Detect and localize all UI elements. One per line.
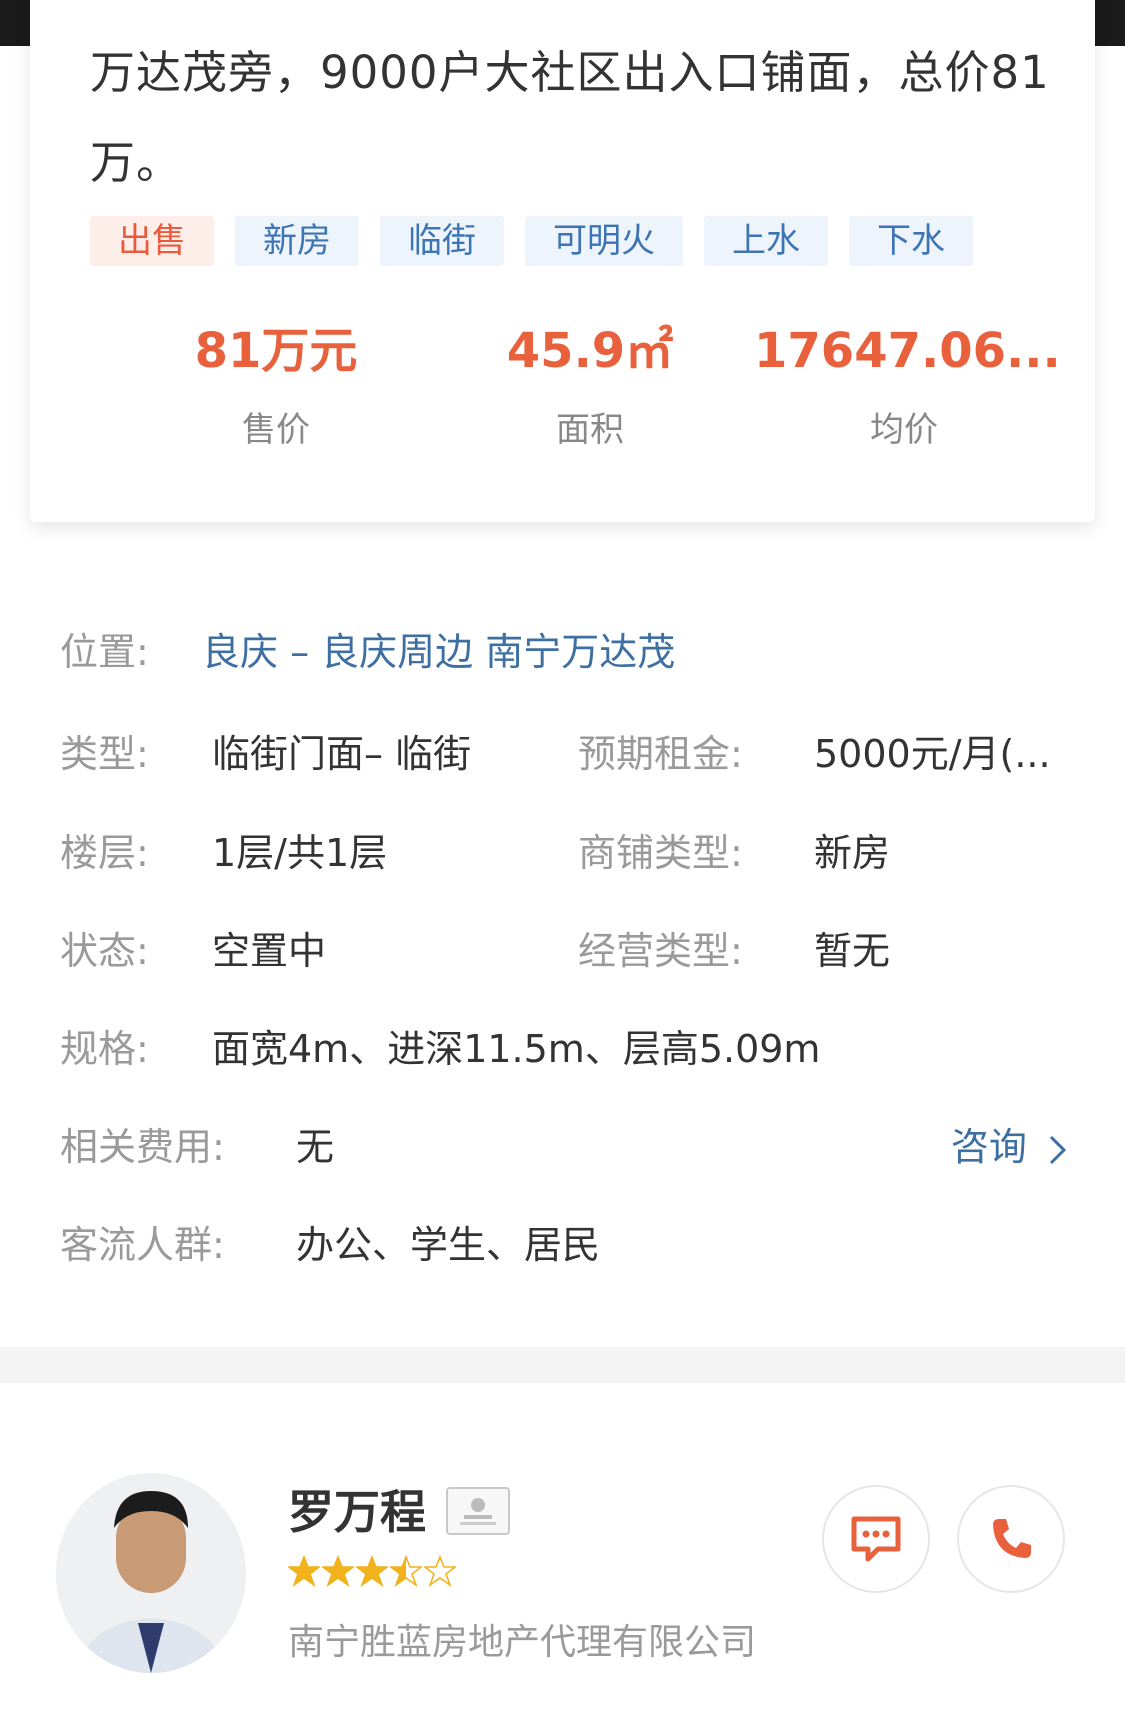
star-icon	[390, 1555, 422, 1587]
stat-area-label: 面积	[556, 410, 624, 450]
rent-label: 预期租金:	[578, 732, 743, 776]
agent-name: 罗万程	[288, 1485, 426, 1539]
listing-tags: 出售 新房 临街 可明火 上水 下水	[90, 216, 973, 266]
crowd-label: 客流人群:	[60, 1223, 225, 1267]
agent-avatar[interactable]	[56, 1473, 246, 1673]
phone-icon	[993, 1519, 1031, 1558]
consult-label: 咨询	[950, 1125, 1027, 1169]
star-icon	[356, 1555, 388, 1587]
business-type-label: 经营类型:	[578, 929, 743, 973]
detail-type-row: 类型: 临街门面– 临街 预期租金: 5000元/月(...	[0, 729, 1125, 779]
status-label: 状态:	[60, 929, 149, 973]
floor-value: 1层/共1层	[212, 831, 388, 875]
chat-button[interactable]	[822, 1485, 930, 1593]
tag-open-fire: 可明火	[525, 216, 683, 266]
stat-unit-price-value: 17647.06...	[754, 323, 1061, 379]
tag-water-supply: 上水	[704, 216, 828, 266]
type-value: 临街门面– 临街	[212, 732, 472, 776]
star-icon	[424, 1555, 456, 1587]
detail-crowd-row: 客流人群: 办公、学生、居民	[0, 1220, 1125, 1270]
floor-label: 楼层:	[60, 831, 149, 875]
stat-area: 45.9㎡ 面积	[440, 318, 740, 450]
fees-label: 相关费用:	[60, 1125, 225, 1169]
stat-unit-price-label: 均价	[870, 410, 938, 450]
location-label: 位置:	[60, 630, 149, 674]
agent-rating	[288, 1555, 456, 1587]
detail-spec-row: 规格: 面宽4m、进深11.5m、层高5.09m	[0, 1024, 1125, 1074]
shop-type-value: 新房	[814, 831, 891, 875]
consult-button[interactable]: 咨询	[951, 1122, 1069, 1172]
star-icon	[322, 1555, 354, 1587]
detail-fees-row: 相关费用: 无 咨询	[0, 1122, 1125, 1172]
chat-icon	[851, 1516, 901, 1562]
chevron-right-icon	[1049, 1135, 1067, 1164]
fees-value: 无	[296, 1125, 335, 1169]
agent-company: 南宁胜蓝房地产代理有限公司	[288, 1622, 757, 1663]
call-button[interactable]	[957, 1485, 1065, 1593]
detail-location-row: 位置: 良庆 – 良庆周边 南宁万达茂	[0, 627, 1125, 677]
top-right-edge	[1095, 0, 1125, 46]
tag-drainage: 下水	[849, 216, 973, 266]
crowd-value: 办公、学生、居民	[296, 1223, 601, 1267]
stat-unit-price: 17647.06... 均价	[754, 318, 1061, 450]
agent-photo	[56, 1473, 246, 1673]
stat-price: 81万元 售价	[126, 318, 426, 450]
star-icon	[288, 1555, 320, 1587]
shop-type-label: 商铺类型:	[578, 831, 743, 875]
business-type-value: 暂无	[814, 929, 891, 973]
stat-area-value: 45.9㎡	[440, 318, 740, 384]
spec-label: 规格:	[60, 1027, 149, 1071]
stat-area-number: 45.9	[506, 323, 626, 379]
spec-value: 面宽4m、进深11.5m、层高5.09m	[212, 1027, 821, 1071]
id-card-icon	[446, 1487, 510, 1535]
stat-price-label: 售价	[242, 410, 310, 450]
listing-summary-card: 万达茂旁，9000户大社区出入口铺面，总价81万。 出售 新房 临街 可明火 上…	[30, 0, 1095, 522]
tag-new-house: 新房	[235, 216, 359, 266]
top-left-edge	[0, 0, 30, 46]
type-label: 类型:	[60, 732, 149, 776]
status-value: 空置中	[212, 929, 327, 973]
stat-price-value: 81万元	[194, 323, 358, 379]
stat-area-unit: ㎡	[625, 323, 674, 379]
tag-sale: 出售	[90, 216, 214, 266]
detail-floor-row: 楼层: 1层/共1层 商铺类型: 新房	[0, 828, 1125, 878]
location-link[interactable]: 良庆 – 良庆周边 南宁万达茂	[202, 627, 675, 677]
tag-street-facing: 临街	[380, 216, 504, 266]
rent-value: 5000元/月(...	[814, 732, 1051, 776]
detail-status-row: 状态: 空置中 经营类型: 暂无	[0, 926, 1125, 976]
section-divider	[0, 1347, 1125, 1383]
listing-title: 万达茂旁，9000户大社区出入口铺面，总价81万。	[90, 46, 1050, 189]
